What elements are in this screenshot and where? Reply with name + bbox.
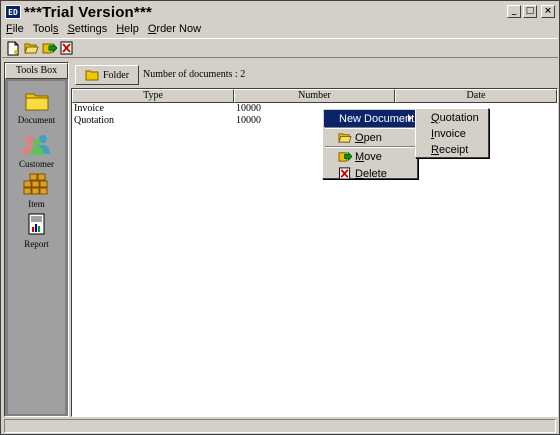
menu-settings-rest: ettings [74, 23, 108, 35]
minimize-button[interactable]: _ [507, 5, 521, 18]
context-item-move-accel: M [355, 150, 365, 163]
new-document-submenu: Quotation Invoice Receipt [415, 108, 489, 158]
chart-report-icon [28, 213, 44, 235]
context-item-move[interactable]: Move [324, 148, 416, 165]
menu-tools[interactable]: Tools [33, 23, 59, 35]
menu-file-accel: F [6, 23, 13, 35]
submenu-item-quotation[interactable]: Quotation [417, 110, 487, 126]
context-item-open-rest: pen [363, 131, 382, 144]
tools-item-document[interactable]: Document [8, 91, 65, 125]
submenu-item-invoice[interactable]: Invoice [417, 126, 487, 142]
tools-item-customer[interactable]: Customer [8, 133, 65, 169]
window-controls: _ □ × [507, 5, 555, 18]
new-document-icon[interactable] [5, 40, 21, 56]
menu-help-rest: elp [124, 23, 139, 35]
submenu-item-receipt-rest: eceipt [438, 144, 469, 156]
tools-item-report-label: Report [24, 239, 49, 249]
submenu-item-invoice-rest: nvoice [434, 128, 466, 140]
menu-bar: File Tools Settings Help Order Now [2, 21, 558, 37]
column-header-number[interactable]: Number [234, 89, 395, 103]
tools-box-header: Tools Box [5, 63, 68, 79]
tools-box-panel: Tools Box Document Customer Item Report [4, 62, 69, 417]
submenu-item-quotation-accel: Q [431, 112, 440, 124]
move-icon[interactable] [41, 40, 57, 56]
menu-tools-accel: s [52, 23, 59, 35]
open-folder-icon[interactable] [23, 40, 39, 56]
context-item-delete-rest: elete [362, 167, 387, 180]
document-count: Number of documents : 2 [143, 69, 246, 80]
status-bar [4, 419, 556, 433]
menu-help[interactable]: Help [116, 23, 139, 35]
submenu-item-receipt-accel: R [431, 144, 439, 156]
context-item-open-accel: O [355, 131, 364, 144]
cell-type: Quotation [74, 115, 114, 126]
boxes-icon [23, 173, 47, 195]
close-button[interactable]: × [541, 5, 555, 18]
context-item-new-document[interactable]: New Document [324, 110, 416, 127]
context-menu: New Document Open Move Delete [322, 108, 418, 182]
context-item-open[interactable]: Open [324, 129, 416, 146]
delete-icon[interactable] [59, 40, 75, 56]
menu-help-accel: H [116, 23, 125, 35]
move-icon [338, 151, 352, 162]
window-title: ***Trial Version*** [24, 3, 153, 21]
folder-icon [85, 70, 99, 80]
submenu-item-quotation-rest: uotation [439, 112, 479, 124]
menu-order-now[interactable]: Order Now [148, 23, 201, 35]
people-icon [22, 135, 50, 155]
open-folder-icon [338, 133, 352, 143]
column-header-type[interactable]: Type [72, 89, 234, 103]
app-icon[interactable]: ED [5, 5, 21, 19]
folder-button-label: Folder [102, 69, 130, 81]
tools-item-report[interactable]: Report [8, 213, 65, 249]
context-item-move-rest: ove [364, 150, 382, 163]
table-header: Type Number Date [72, 89, 557, 103]
folder-button[interactable]: Folder [75, 65, 139, 85]
cell-type: Invoice [74, 103, 104, 114]
title-bar[interactable]: ED ***Trial Version*** _ □ × [2, 2, 558, 22]
maximize-button[interactable]: □ [523, 5, 537, 18]
folder-icon [25, 93, 48, 111]
menu-tools-prefix: Tool [32, 23, 53, 35]
tools-box-list: Document Customer Item Report [8, 81, 65, 414]
tools-item-item[interactable]: Item [8, 173, 65, 209]
column-header-date[interactable]: Date [395, 89, 557, 103]
submenu-item-receipt[interactable]: Receipt [417, 142, 487, 158]
menu-settings[interactable]: Settings [67, 23, 107, 35]
menu-settings-accel: S [67, 23, 75, 35]
tools-item-document-label: Document [17, 115, 56, 125]
context-item-delete[interactable]: Delete [324, 165, 416, 182]
app-window: ED ***Trial Version*** _ □ × File Tools … [0, 0, 560, 435]
menu-file[interactable]: File [6, 23, 24, 35]
menu-order-now-rest: rder Now [156, 23, 202, 35]
menu-file-rest: ile [12, 23, 24, 35]
tools-item-customer-label: Customer [19, 159, 54, 169]
tools-item-item-label: Item [28, 199, 45, 209]
toolbar [2, 38, 558, 58]
context-item-delete-accel: D [355, 167, 363, 180]
context-item-new-document-label: New Document [339, 112, 415, 125]
submenu-arrow-icon [408, 114, 412, 122]
delete-icon [338, 167, 351, 180]
